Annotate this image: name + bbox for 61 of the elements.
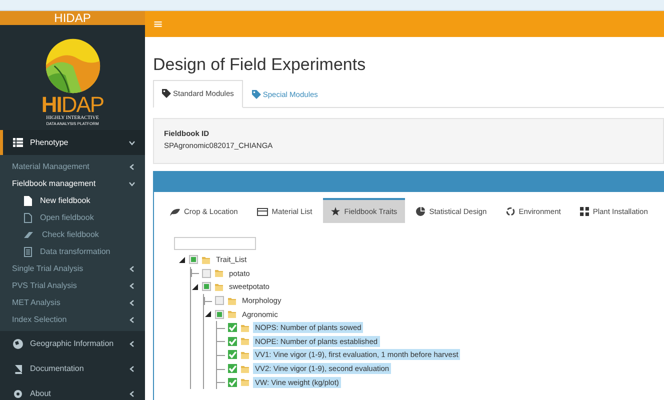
checkbox[interactable] [202,268,211,278]
submenu-item[interactable]: Material Management [0,158,145,175]
book-icon [13,364,23,374]
eraser-icon [24,230,34,238]
globe-icon [13,338,23,348]
page-title: Design of Field Experiments [153,55,367,75]
chevron-down-icon [129,140,135,146]
submenu-link[interactable]: Open fieldbook [0,209,145,226]
checkbox[interactable] [189,255,198,264]
chevron-left-icon [129,366,135,372]
folder-icon [214,268,224,278]
folder-icon [240,364,250,374]
checkbox[interactable] [202,282,211,292]
submenu-item[interactable]: PVS Trial Analysis [0,277,145,294]
submenu-item[interactable]: Fieldbook management [0,175,145,192]
list-icon [256,208,268,216]
checkbox[interactable] [215,296,224,306]
chevron-left-icon [129,340,135,346]
folder-icon [227,309,237,320]
leaf-icon [170,208,180,216]
app-name: HIDAP [54,11,91,25]
logo-wordmark: HIDAP [41,94,104,116]
star-icon [331,207,340,216]
expander-icon[interactable] [204,310,212,318]
folder-icon [240,350,250,360]
recycle-icon [506,207,515,216]
folder-icon [240,322,250,333]
submenu-link[interactable]: Data transformation [0,243,145,260]
submenu-item[interactable]: Single Trial Analysis [0,260,145,277]
tag-icon [162,89,171,98]
chevron-left-icon [129,164,135,170]
folder-icon [214,282,224,292]
submenu-link[interactable]: New fieldbook [0,192,145,209]
document-icon [24,246,32,256]
expander-icon[interactable] [178,256,186,264]
checkbox[interactable] [215,310,224,319]
chevron-left-icon [129,282,135,288]
chevron-left-icon [129,390,135,396]
submenu-item[interactable]: MET Analysis [0,294,145,311]
chevron-left-icon [129,300,135,306]
collapsed-connector-icon[interactable] [191,269,199,278]
pie-chart-icon [416,207,426,216]
chevron-left-icon [129,266,135,272]
search-field[interactable] [174,237,256,250]
tag-icon [252,90,261,98]
expander-icon[interactable] [191,282,199,291]
chevron-down-icon [129,180,135,186]
grid-icon [580,207,589,216]
table-icon [13,138,23,147]
folder-icon [240,336,250,346]
sidebar-item[interactable]: Documentation [0,356,145,381]
chevron-left-icon [129,316,135,322]
folder-icon [240,377,250,388]
submenu-item[interactable]: Index Selection [0,311,145,328]
sidebar-item[interactable]: Phenotype [0,130,145,155]
submenu-link[interactable]: Check fieldbook [0,226,145,243]
collapsed-connector-icon[interactable] [204,296,212,305]
folder-icon [227,296,237,306]
sidebar-item[interactable]: Geographic Information [0,331,145,356]
sidebar-item[interactable]: About [0,381,145,400]
folder-icon [201,254,211,265]
